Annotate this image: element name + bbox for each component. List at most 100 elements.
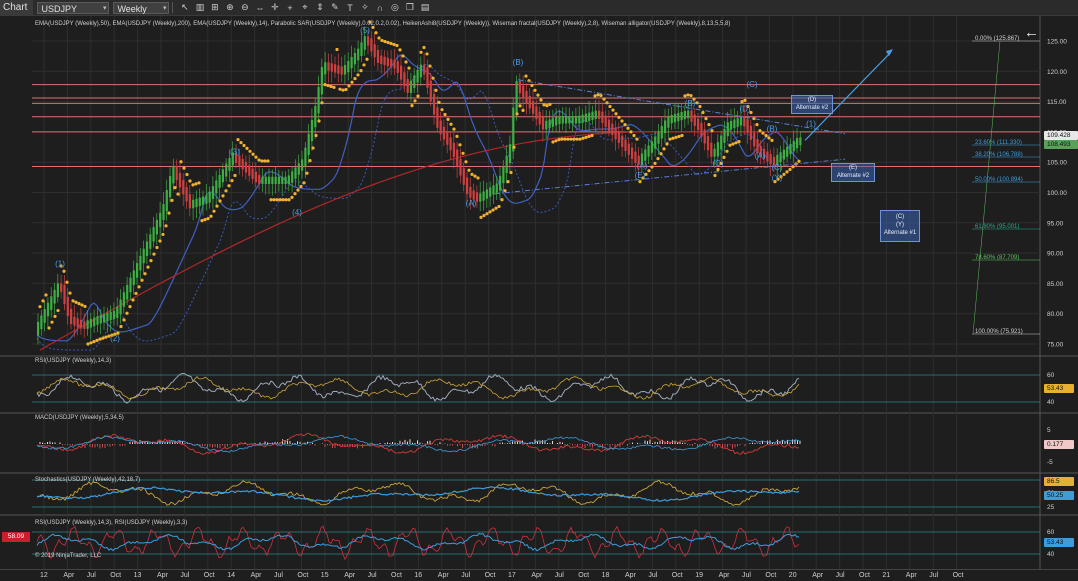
sar-dot xyxy=(191,183,195,187)
candle-body xyxy=(789,143,792,155)
candle-body xyxy=(244,162,248,173)
sar-dot xyxy=(182,166,186,170)
sar-dot xyxy=(47,326,51,330)
copy-icon[interactable]: ❐ xyxy=(403,1,416,14)
sar-dot xyxy=(170,198,174,202)
sar-dot xyxy=(362,63,366,67)
fib-level-label: 38.20% (106.788) xyxy=(975,152,1023,158)
candle-body xyxy=(469,186,472,198)
pin-icon[interactable]: ⌖ xyxy=(298,1,311,14)
sar-dot xyxy=(293,192,297,196)
candle-body xyxy=(83,321,86,329)
sar-dot xyxy=(605,101,609,105)
sar-dot xyxy=(635,137,639,141)
candle-body xyxy=(103,314,106,323)
candle-body xyxy=(713,148,716,157)
wave-label: (1) xyxy=(55,259,65,268)
fib-level-label: 0.00% (125.867) xyxy=(975,36,1019,42)
candle-body xyxy=(99,315,102,324)
chevron-down-icon: ▾ xyxy=(162,4,167,12)
alternate-wave-label: (E) xyxy=(849,165,857,171)
candle-body xyxy=(360,42,363,56)
sar-dot xyxy=(203,218,207,222)
target-icon[interactable]: ◎ xyxy=(388,1,401,14)
candle-body xyxy=(370,38,373,52)
time-axis-label: Oct xyxy=(578,572,590,579)
bars-icon[interactable]: ▥ xyxy=(193,1,206,14)
wave-label: (D) xyxy=(739,104,750,113)
sar-dot xyxy=(326,83,330,88)
sar-dot xyxy=(617,115,621,119)
sar-dot xyxy=(695,101,699,105)
zoom-in-icon[interactable]: ⊕ xyxy=(223,1,236,14)
time-axis[interactable]: 12 Apr Jul Oct 13 Apr Jul Oct 14 Apr Jul Oct 15 Apr Ju… xyxy=(0,569,1078,581)
alternate-2-d-box[interactable]: (D) Alternate #2 xyxy=(791,95,833,114)
candle-body xyxy=(93,317,96,327)
sar-dot xyxy=(494,206,498,210)
sar-dot xyxy=(251,152,255,156)
pan-icon[interactable]: ⇔ xyxy=(253,1,266,14)
sar-dot xyxy=(95,338,99,342)
chart-style-icon[interactable]: ⊞ xyxy=(208,1,221,14)
sar-dot xyxy=(206,217,210,221)
panel-icon[interactable]: ▤ xyxy=(418,1,431,14)
candle-body xyxy=(129,277,132,293)
candle-body xyxy=(142,248,145,264)
candle-body xyxy=(202,196,205,205)
sar-dot xyxy=(653,161,657,166)
candle-body xyxy=(413,75,416,88)
zoom-out-icon[interactable]: ⊖ xyxy=(238,1,251,14)
alternate-2-e-box[interactable]: (E) Alternate #2 xyxy=(831,163,875,182)
add-icon[interactable]: + xyxy=(283,1,296,14)
period-value: Weekly xyxy=(117,3,147,14)
sar-dot xyxy=(56,308,60,313)
candle-body xyxy=(726,122,729,137)
candle-body xyxy=(680,111,683,121)
candle-body xyxy=(205,195,208,204)
scroll-icon[interactable]: ⇕ xyxy=(313,1,326,14)
sar-dot xyxy=(41,299,45,303)
sar-dot xyxy=(629,130,633,134)
candle-body xyxy=(558,116,561,125)
candle-body xyxy=(307,133,310,155)
sar-dot xyxy=(611,108,615,112)
sar-dot xyxy=(314,133,318,138)
period-select[interactable]: Weekly ▾ xyxy=(113,1,170,14)
candle-body xyxy=(508,144,512,164)
cursor-icon[interactable]: ↖ xyxy=(178,1,191,14)
candle-body xyxy=(287,175,290,185)
alternate-wave-label: (C) xyxy=(895,214,905,220)
chart-tab[interactable]: Chart xyxy=(0,0,34,16)
wand-icon[interactable]: ✧ xyxy=(358,1,371,14)
sar-dot xyxy=(218,199,222,203)
macd-panel-title: MACD(USDJPY (Weekly),5,34,5) xyxy=(35,415,124,421)
magnet-icon[interactable]: ∩ xyxy=(373,1,386,14)
candle-body xyxy=(277,176,281,185)
time-axis-label: Oct xyxy=(765,572,777,579)
time-axis-label: Jul xyxy=(742,572,751,579)
chart-canvas[interactable]: (1)(2)(3)(4)(5)(A)(B)(A)(B)(C)(D)(E)(A)(… xyxy=(0,16,1078,569)
stoch-panel-title: Stochastics(USDJPY (Weekly),42,18,7) xyxy=(35,477,141,483)
text-icon[interactable]: T xyxy=(343,1,356,14)
sar-dot xyxy=(149,259,153,263)
fib-level-label: 78.60% (87.709) xyxy=(975,255,1019,261)
sar-dot xyxy=(281,198,285,202)
candle-body xyxy=(373,44,376,58)
candle-body xyxy=(225,163,228,177)
candle-body xyxy=(588,112,591,121)
back-arrow-icon[interactable]: ← xyxy=(1024,24,1039,41)
draw-icon[interactable]: ✎ xyxy=(328,1,341,14)
candle-body xyxy=(60,283,63,293)
sar-dot xyxy=(158,239,162,243)
chart-area[interactable]: (1) (2) (3) (4) (5) (A) (B) (A) (B) (C) (D) (E) (A)(… xyxy=(0,16,1078,569)
sar-dot xyxy=(488,210,492,214)
crosshair-icon[interactable]: ✛ xyxy=(268,1,281,14)
sar-dot xyxy=(50,320,54,324)
wave-label: (B) xyxy=(767,124,778,133)
alternate-1-box[interactable]: (C) (Y) Alternate #1 xyxy=(880,210,920,242)
sar-dot xyxy=(758,129,762,133)
candle-body xyxy=(499,175,502,191)
fib-level-label: 61.80% (95.001) xyxy=(975,224,1019,230)
instrument-select[interactable]: USDJPY ▾ xyxy=(37,1,110,14)
candle-body xyxy=(743,116,746,127)
